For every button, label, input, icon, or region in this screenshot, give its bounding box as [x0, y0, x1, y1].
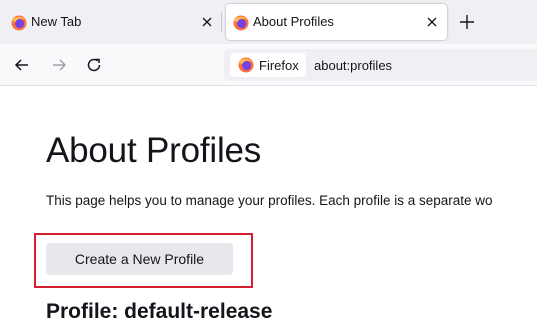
tab-label: About Profiles — [253, 14, 334, 29]
page-title: About Profiles — [46, 131, 262, 170]
nav-toolbar: Firefox about:profiles — [0, 44, 537, 86]
close-icon[interactable] — [200, 15, 214, 29]
tab-about-profiles[interactable]: About Profiles — [226, 4, 447, 40]
profile-heading: Profile: default-release — [46, 300, 273, 323]
firefox-icon — [11, 15, 27, 31]
reload-icon[interactable] — [85, 56, 103, 74]
plus-icon[interactable] — [458, 13, 476, 31]
tab-divider — [221, 12, 222, 32]
identity-label: Firefox — [259, 58, 299, 73]
tab-label: New Tab — [31, 14, 82, 29]
forward-arrow-icon[interactable] — [50, 56, 68, 74]
create-new-profile-button[interactable]: Create a New Profile — [46, 243, 233, 275]
firefox-icon — [233, 15, 249, 31]
tab-new-tab[interactable]: New Tab — [4, 4, 218, 40]
url-text[interactable]: about:profiles — [314, 58, 392, 73]
close-icon[interactable] — [425, 15, 439, 29]
firefox-icon — [238, 57, 254, 73]
url-bar[interactable]: Firefox about:profiles — [224, 49, 537, 81]
page-content: About Profiles This page helps you to ma… — [0, 87, 537, 336]
back-arrow-icon[interactable] — [13, 56, 31, 74]
tab-strip: New Tab About Profiles — [0, 0, 537, 44]
intro-text: This page helps you to manage your profi… — [46, 193, 493, 208]
identity-box[interactable]: Firefox — [230, 53, 306, 77]
